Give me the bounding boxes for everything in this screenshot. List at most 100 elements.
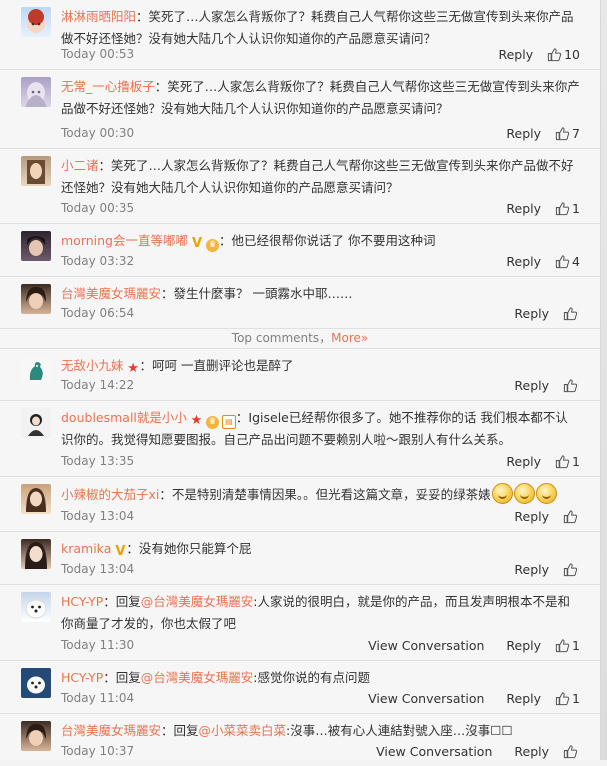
reply-button[interactable]: Reply bbox=[506, 201, 541, 216]
comment-item: 台灣美魔女瑪麗安：回复@小菜菜卖白菜:沒事…被有心人連結對號入座…沒事☐☐ To… bbox=[0, 714, 600, 766]
reply-button[interactable]: Reply bbox=[498, 47, 533, 62]
comment-time: Today 06:54 bbox=[61, 306, 135, 320]
more-link[interactable]: More» bbox=[331, 331, 368, 345]
comment-time: Today 11:04 bbox=[61, 691, 135, 705]
view-conversation-link[interactable]: View Conversation bbox=[368, 638, 484, 653]
like-button[interactable]: 1 bbox=[555, 201, 580, 216]
comment-meta: Today 03:32 Reply 4 bbox=[61, 252, 580, 270]
reply-button[interactable]: Reply bbox=[514, 744, 549, 759]
smile-emoji-icon bbox=[491, 483, 513, 504]
avatar[interactable] bbox=[21, 539, 51, 569]
comment-body: :沒事…被有心人連結對號入座…沒事☐☐ bbox=[286, 723, 513, 738]
like-button[interactable] bbox=[563, 306, 580, 321]
comment-meta: Today 00:30 Reply 7 bbox=[61, 124, 580, 142]
like-button[interactable] bbox=[563, 378, 580, 393]
comment-username[interactable]: 台灣美魔女瑪麗安 bbox=[61, 286, 161, 301]
like-count: 1 bbox=[572, 637, 580, 653]
comment-body: ：没有她你只能算个屁 bbox=[126, 541, 252, 556]
reply-button[interactable]: Reply bbox=[506, 454, 541, 469]
comment-text: doublesmall就是小小 ★ ♛ ▤ ：Igisele已经帮你很多了。她不推荐你的… bbox=[61, 407, 580, 451]
comment-text: 小二诸：笑死了…人家怎么背叛你了？耗费自己人气帮你这些三无做宣传到头来你产品做不… bbox=[61, 155, 580, 199]
comment-meta: Today 13:04 Reply bbox=[61, 507, 580, 525]
comment-time: Today 10:37 bbox=[61, 744, 135, 758]
comment-item: morning会一直等嘟嘟 V ♛ ：他已经很帮你说话了 你不要用这种词 Today … bbox=[0, 224, 600, 277]
thumbs-up-icon bbox=[563, 378, 578, 392]
comment-meta: Today 00:35 Reply 1 bbox=[61, 199, 580, 217]
comment-username[interactable]: kramika bbox=[61, 541, 111, 556]
comment-time: Today 13:04 bbox=[61, 562, 135, 576]
like-button[interactable]: 4 bbox=[555, 254, 580, 269]
bank-badge-icon: ▤ bbox=[221, 415, 236, 429]
avatar[interactable] bbox=[21, 721, 51, 751]
comment-item: 无敌小九妹 ★：呵呵 一直删评论也是醉了 Today 14:22 Reply bbox=[0, 349, 600, 401]
comment-username[interactable]: 无敌小九妹 bbox=[61, 358, 124, 373]
mention-link[interactable]: @小菜菜卖白菜 bbox=[199, 723, 287, 738]
avatar[interactable] bbox=[21, 284, 51, 314]
comment-text: 台灣美魔女瑪麗安：發生什麼事？ 一頭霧水中耶…… bbox=[61, 283, 580, 305]
thumbs-up-icon bbox=[555, 126, 570, 140]
avatar[interactable] bbox=[21, 231, 51, 261]
like-button[interactable] bbox=[563, 509, 580, 524]
reply-button[interactable]: Reply bbox=[506, 638, 541, 653]
like-button[interactable]: 1 bbox=[555, 638, 580, 653]
thumbs-up-icon bbox=[563, 744, 578, 758]
comment-meta: Today 00:53 Reply 10 bbox=[61, 45, 580, 63]
avatar[interactable] bbox=[21, 668, 51, 698]
comment-item: HCY-YP：回复@台灣美魔女瑪麗安:人家说的很明白，就是你的产品，而且发声明根… bbox=[0, 585, 600, 661]
avatar[interactable] bbox=[21, 7, 51, 37]
comment-username[interactable]: 无常_一心撸板子 bbox=[61, 79, 155, 94]
avatar[interactable] bbox=[21, 484, 51, 514]
comment-username[interactable]: HCY-YP bbox=[61, 594, 103, 609]
thumbs-up-icon bbox=[555, 201, 570, 215]
reply-button[interactable]: Reply bbox=[514, 509, 549, 524]
comment-username[interactable]: 小二诸 bbox=[61, 158, 99, 173]
like-button[interactable]: 10 bbox=[547, 47, 580, 62]
scrollbar-track[interactable] bbox=[601, 0, 607, 760]
like-button[interactable]: 7 bbox=[555, 126, 580, 141]
view-conversation-link[interactable]: View Conversation bbox=[376, 744, 492, 759]
comment-username[interactable]: doublesmall就是小小 bbox=[61, 410, 187, 425]
avatar[interactable] bbox=[21, 356, 51, 386]
like-count: 7 bbox=[572, 125, 580, 141]
comment-text: 淋淋雨晒阳阳：笑死了…人家怎么背叛你了？耗费自己人气帮你这些三无做宣传到头来你产… bbox=[61, 6, 580, 50]
crown-badge-icon: ♛ bbox=[205, 416, 219, 429]
comment-list: 淋淋雨晒阳阳：笑死了…人家怎么背叛你了？耗费自己人气帮你这些三无做宣传到头来你产… bbox=[0, 0, 601, 760]
avatar[interactable] bbox=[21, 156, 51, 186]
like-button[interactable] bbox=[563, 744, 580, 759]
reply-button[interactable]: Reply bbox=[514, 306, 549, 321]
thumbs-up-icon bbox=[563, 562, 578, 576]
comment-username[interactable]: 淋淋雨晒阳阳 bbox=[61, 9, 136, 24]
comment-username[interactable]: HCY-YP bbox=[61, 670, 103, 685]
avatar[interactable] bbox=[21, 408, 51, 438]
comment-username[interactable]: morning会一直等嘟嘟 bbox=[61, 233, 188, 248]
comment-item: 台灣美魔女瑪麗安：發生什麼事？ 一頭霧水中耶…… Today 06:54 Rep… bbox=[0, 277, 600, 329]
thumbs-up-icon bbox=[563, 509, 578, 523]
mention-link[interactable]: @台灣美魔女瑪麗安 bbox=[141, 594, 254, 609]
comment-meta: Today 13:04 Reply bbox=[61, 560, 580, 578]
thumbs-up-icon bbox=[555, 691, 570, 705]
like-button[interactable]: 1 bbox=[555, 454, 580, 469]
reply-button[interactable]: Reply bbox=[506, 126, 541, 141]
comment-username[interactable]: 台灣美魔女瑪麗安 bbox=[61, 723, 161, 738]
comment-time: Today 13:04 bbox=[61, 509, 135, 523]
reply-button[interactable]: Reply bbox=[514, 378, 549, 393]
view-conversation-link[interactable]: View Conversation bbox=[368, 691, 484, 706]
comment-item: 淋淋雨晒阳阳：笑死了…人家怎么背叛你了？耗费自己人气帮你这些三无做宣传到头来你产… bbox=[0, 0, 600, 70]
avatar[interactable] bbox=[21, 77, 51, 107]
like-button[interactable] bbox=[563, 562, 580, 577]
comment-time: Today 14:22 bbox=[61, 378, 135, 392]
like-button[interactable]: 1 bbox=[555, 691, 580, 706]
thumbs-up-icon bbox=[555, 454, 570, 468]
comment-text: kramika V：没有她你只能算个屁 bbox=[61, 538, 580, 560]
comment-time: Today 00:35 bbox=[61, 201, 135, 215]
comment-body: ：他已经很帮你说话了 你不要用这种词 bbox=[219, 233, 436, 248]
reply-button[interactable]: Reply bbox=[514, 562, 549, 577]
like-count: 4 bbox=[572, 253, 580, 269]
mention-link[interactable]: @台灣美魔女瑪麗安 bbox=[141, 670, 254, 685]
comment-username[interactable]: 小辣椒的大茄子xi bbox=[61, 487, 159, 502]
smile-emoji-icon bbox=[513, 483, 535, 504]
reply-button[interactable]: Reply bbox=[506, 691, 541, 706]
reply-button[interactable]: Reply bbox=[506, 254, 541, 269]
reply-prefix: ：回复 bbox=[103, 670, 141, 685]
avatar[interactable] bbox=[21, 592, 51, 622]
